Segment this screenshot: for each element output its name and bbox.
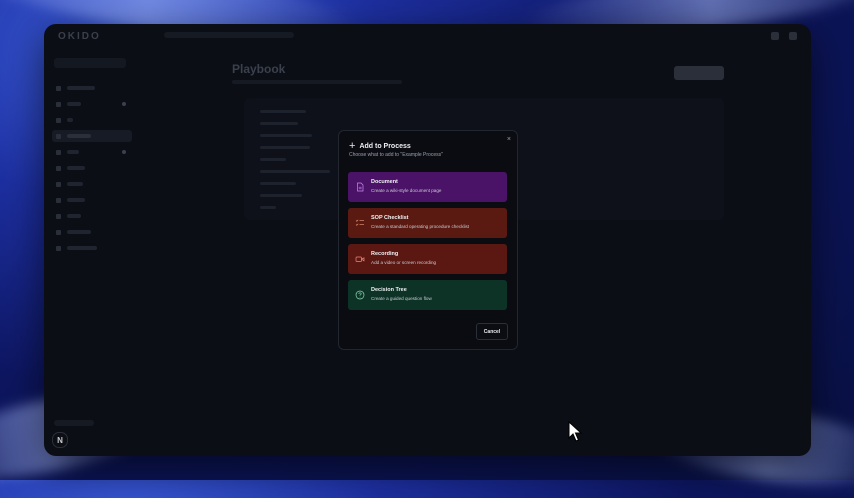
option-recording[interactable]: Recording Add a video or screen recordin… (348, 244, 507, 274)
option-sop-checklist[interactable]: SOP Checklist Create a standard operatin… (348, 208, 507, 238)
dialog-subtitle: Choose what to add to "Example Process" (349, 152, 443, 158)
close-icon[interactable]: × (507, 136, 511, 143)
option-title: Recording (371, 251, 399, 257)
question-circle-icon (355, 290, 365, 300)
option-title: Document (371, 179, 398, 185)
option-decision-tree[interactable]: Decision Tree Create a guided question f… (348, 280, 507, 310)
document-icon (357, 182, 364, 192)
mouse-cursor-icon (568, 421, 582, 442)
option-title: SOP Checklist (371, 215, 409, 221)
dialog-title: Add to Process (359, 142, 411, 150)
checklist-icon (355, 219, 364, 226)
option-description: Create a guided question flow (371, 296, 432, 301)
video-icon (355, 256, 365, 262)
dialog-header: + Add to Process (349, 140, 411, 152)
option-document[interactable]: Document Create a wiki-style document pa… (348, 172, 507, 202)
option-title: Decision Tree (371, 287, 407, 293)
option-description: Add a video or screen recording (371, 260, 437, 265)
plus-icon: + (349, 140, 356, 152)
option-description: Create a standard operating procedure ch… (371, 224, 470, 229)
option-description: Create a wiki-style document page (371, 188, 442, 193)
cancel-button[interactable]: Cancel (476, 323, 508, 340)
add-to-process-dialog: + Add to Process Choose what to add to "… (338, 130, 518, 350)
